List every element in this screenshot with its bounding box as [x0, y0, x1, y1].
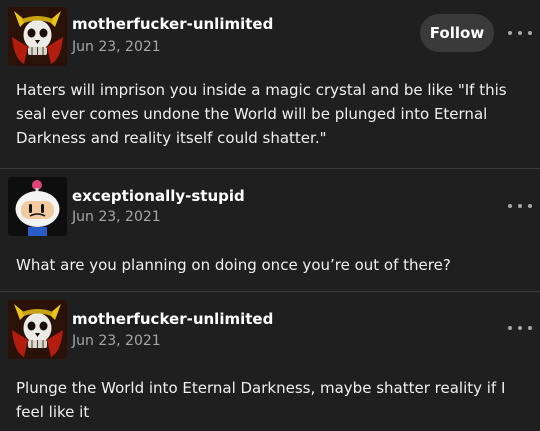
more-options-icon[interactable] [508, 198, 532, 214]
more-options-icon[interactable] [508, 25, 532, 41]
post-body: What are you planning on doing once you’… [16, 256, 451, 274]
post-3: motherfucker-unlimited Jun 23, 2021 Plun… [0, 292, 540, 431]
bomberman-icon [8, 177, 67, 236]
post-1: motherfucker-unlimited Jun 23, 2021 Foll… [0, 0, 540, 168]
post-body: Haters will imprison you inside a magic … [16, 81, 507, 147]
post-date: Jun 23, 2021 [72, 209, 161, 225]
avatar[interactable] [8, 300, 67, 359]
post-body: Plunge the World into Eternal Darkness, … [16, 379, 506, 421]
skull-warrior-icon [8, 7, 67, 66]
more-options-icon[interactable] [508, 320, 532, 336]
username[interactable]: motherfucker-unlimited [72, 15, 273, 33]
username[interactable]: exceptionally-stupid [72, 187, 245, 205]
avatar[interactable] [8, 7, 67, 66]
username[interactable]: motherfucker-unlimited [72, 310, 273, 328]
avatar[interactable] [8, 177, 67, 236]
post-date: Jun 23, 2021 [72, 39, 161, 55]
skull-warrior-icon [8, 300, 67, 359]
follow-button[interactable]: Follow [420, 14, 494, 52]
post-2: exceptionally-stupid Jun 23, 2021 What a… [0, 169, 540, 291]
post-date: Jun 23, 2021 [72, 333, 161, 349]
reblog-thread: motherfucker-unlimited Jun 23, 2021 Foll… [0, 0, 540, 431]
